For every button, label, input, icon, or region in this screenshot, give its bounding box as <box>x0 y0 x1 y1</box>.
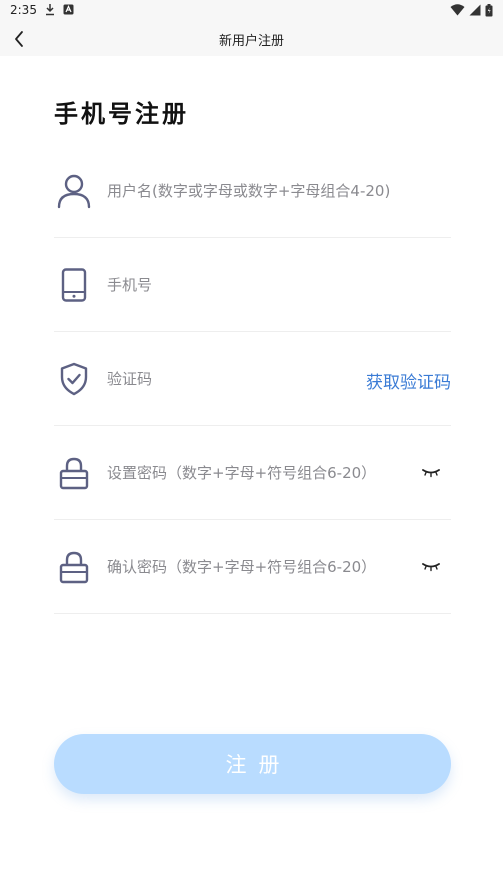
password-row <box>54 426 451 520</box>
signal-icon <box>469 4 481 16</box>
register-button[interactable]: 注册 <box>54 734 451 794</box>
eye-closed-icon[interactable] <box>421 558 441 576</box>
shield-check-icon <box>54 359 94 399</box>
download-icon <box>46 4 54 16</box>
wifi-icon <box>450 4 465 16</box>
status-time: 2:35 <box>10 3 37 17</box>
get-code-button[interactable]: 获取验证码 <box>366 368 451 393</box>
battery-icon <box>485 3 493 16</box>
a-icon <box>63 4 74 15</box>
status-bar: 2:35 <box>0 0 503 22</box>
username-input[interactable] <box>107 179 437 203</box>
nav-title: 新用户注册 <box>218 34 284 49</box>
password-input[interactable] <box>107 461 407 485</box>
lock-icon <box>54 453 94 493</box>
nav-bar: 新用户注册 <box>0 22 503 56</box>
page-title: 手机号注册 <box>54 100 189 128</box>
phone-row <box>54 238 451 332</box>
confirm-password-row <box>54 520 451 614</box>
code-input[interactable] <box>107 367 347 391</box>
confirm-password-input[interactable] <box>107 555 407 579</box>
phone-icon <box>54 265 94 305</box>
status-right <box>450 3 493 17</box>
phone-input[interactable] <box>107 273 437 297</box>
code-row: 获取验证码 <box>54 332 451 426</box>
username-row <box>54 144 451 238</box>
eye-closed-icon[interactable] <box>421 464 441 482</box>
user-icon <box>54 171 94 211</box>
lock-icon <box>54 547 94 587</box>
